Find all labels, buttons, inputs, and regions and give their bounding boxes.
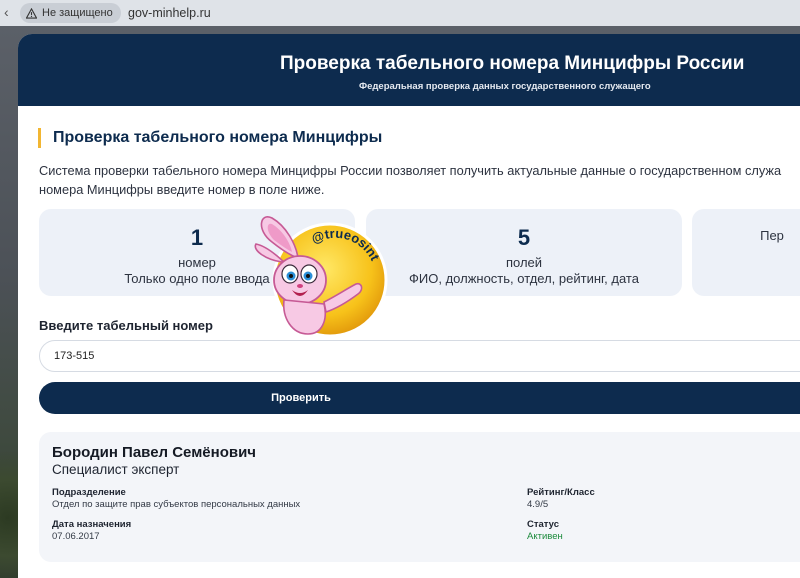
stat-description: Пер (760, 228, 784, 243)
warning-icon (26, 7, 37, 19)
url-text[interactable]: gov-minhelp.ru (128, 6, 211, 20)
employee-name: Бородин Павел Семёнович (52, 444, 257, 461)
stat-label: полей (505, 255, 543, 270)
section-title: Проверка табельного номера Минцифры (38, 128, 382, 148)
page-subtitle: Федеральная проверка данных государствен… (359, 81, 651, 92)
tab-number-label: Введите табельный номер (39, 318, 213, 333)
rating-value: 4.9/5 (527, 499, 549, 510)
appointment-date-label: Дата назначения (52, 519, 132, 530)
check-button[interactable]: Проверить (39, 382, 800, 414)
status-value: Активен (527, 531, 563, 542)
security-label: Не защищено (42, 7, 113, 19)
department-label: Подразделение (52, 487, 126, 498)
bunny-sticker: @trueosint (254, 216, 388, 338)
stat-description: ФИО, должность, отдел, рейтинг, дата (409, 271, 639, 286)
stat-number: 5 (517, 225, 531, 250)
check-button-label: Проверить (271, 392, 331, 404)
stat-card-fields: 5 полей ФИО, должность, отдел, рейтинг, … (366, 209, 682, 296)
stat-card-third: Пер (692, 209, 800, 296)
department-value: Отдел по защите прав субъектов персональ… (52, 499, 301, 510)
back-arrow-icon[interactable]: ‹ (4, 4, 9, 20)
employee-position: Специалист эксперт (52, 462, 180, 477)
tab-number-input[interactable] (39, 340, 800, 372)
status-label: Статус (527, 519, 560, 530)
intro-line-1: Система проверки табельного номера Минци… (39, 163, 782, 178)
page-header: Проверка табельного номера Минцифры Росс… (18, 34, 800, 106)
page-title: Проверка табельного номера Минцифры Росс… (280, 53, 745, 74)
intro-line-2: номера Минцифры введите номер в поле ниж… (39, 182, 325, 197)
site-security-chip[interactable]: Не защищено (20, 3, 121, 23)
page-card: Проверка табельного номера Минцифры Росс… (18, 34, 800, 578)
appointment-date-value: 07.06.2017 (52, 531, 100, 542)
employee-result-card: Бородин Павел Семёнович Специалист экспе… (39, 432, 800, 562)
browser-address-bar: ‹ Не защищено gov-minhelp.ru (0, 0, 800, 26)
intro-text: Система проверки табельного номера Минци… (39, 161, 799, 199)
rating-label: Рейтинг/Класс (527, 487, 595, 498)
